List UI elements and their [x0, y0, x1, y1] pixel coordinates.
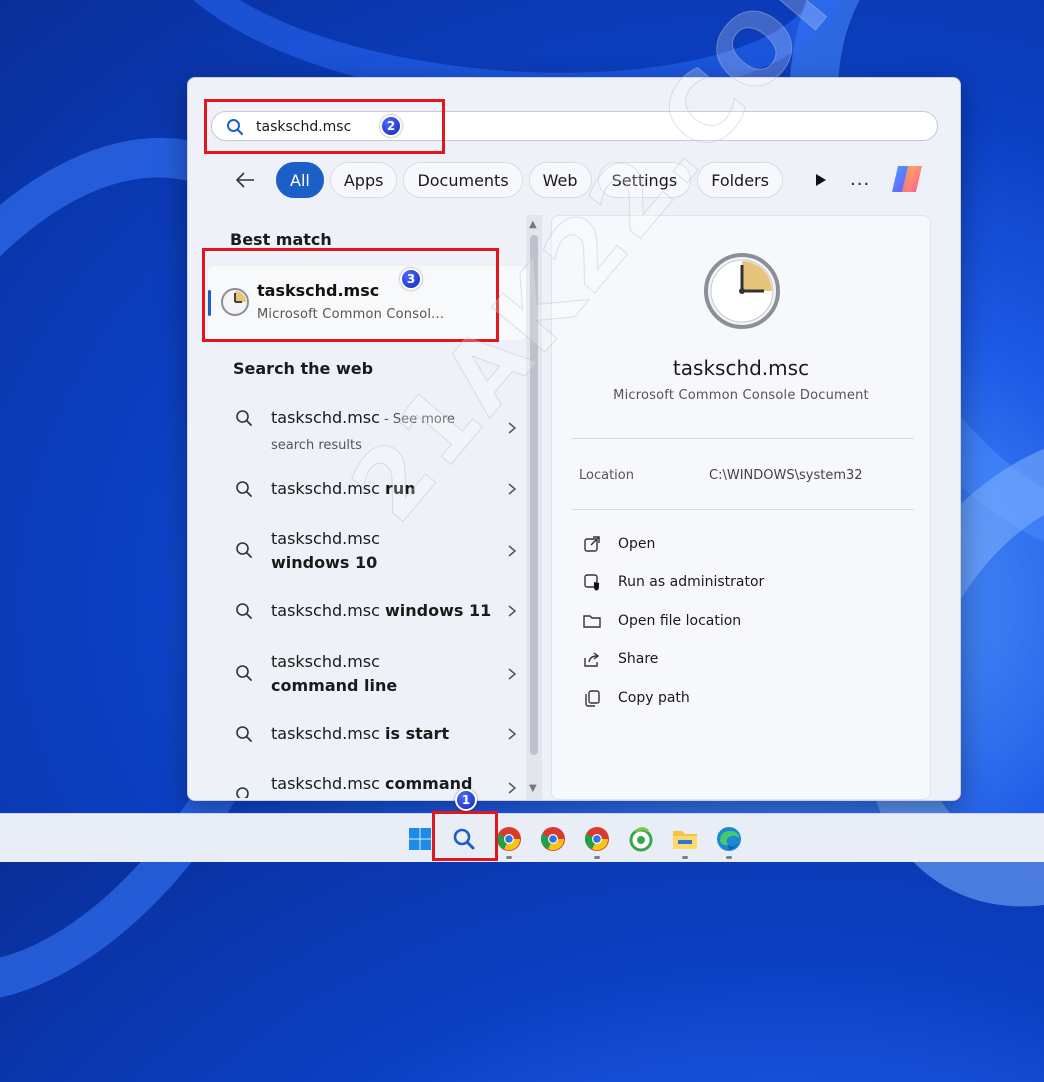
- chevron-right-icon: [507, 666, 517, 685]
- chrome-icon[interactable]: [582, 824, 612, 854]
- filter-documents[interactable]: Documents: [403, 162, 523, 198]
- chevron-right-icon: [507, 603, 517, 622]
- action-label: Run as administrator: [618, 574, 765, 590]
- web-result-text: taskschd.msc: [271, 652, 380, 671]
- shield-admin-icon: [582, 572, 602, 592]
- web-result-bold: run: [385, 479, 416, 498]
- web-result-bold: is start: [385, 724, 450, 743]
- web-result-item[interactable]: taskschd.msc command: [235, 772, 525, 798]
- highlight-box: [202, 248, 499, 342]
- chevron-right-icon: [507, 780, 517, 798]
- details-subtitle: Microsoft Common Console Document: [613, 388, 869, 403]
- web-result-text: taskschd.msc: [271, 774, 385, 793]
- web-result-text: taskschd.msc: [271, 408, 380, 427]
- location-value: C:\WINDOWS\system32: [709, 468, 863, 483]
- copilot-icon[interactable]: [888, 162, 926, 196]
- action-run-as-admin[interactable]: Run as administrator: [582, 568, 882, 596]
- action-share[interactable]: Share: [582, 645, 882, 673]
- action-label: Copy path: [618, 690, 690, 706]
- chevron-right-icon: [507, 420, 517, 439]
- web-result-item[interactable]: taskschd.msc windows 11: [235, 599, 525, 625]
- windows-start-icon[interactable]: [405, 824, 435, 854]
- filter-settings[interactable]: Settings: [597, 162, 692, 198]
- open-external-icon: [582, 534, 602, 554]
- file-explorer-icon[interactable]: [670, 824, 700, 854]
- search-icon: [235, 409, 253, 431]
- chrome-icon[interactable]: [538, 824, 568, 854]
- filter-bar: All Apps Documents Web Settings Folders: [232, 162, 831, 198]
- action-label: Open file location: [618, 613, 742, 629]
- web-result-item[interactable]: taskschd.msc is start: [235, 722, 525, 748]
- action-open[interactable]: Open: [582, 530, 882, 558]
- web-result-item[interactable]: taskschd.msc run: [235, 477, 525, 503]
- action-label: Open: [618, 536, 656, 552]
- running-indicator: [726, 856, 732, 859]
- browser-app-icon[interactable]: [626, 824, 656, 854]
- scrollbar-thumb[interactable]: [530, 235, 538, 755]
- web-result-line2: search results: [271, 438, 362, 453]
- results-scrollbar[interactable]: ▲ ▼: [526, 215, 542, 800]
- filter-apps[interactable]: Apps: [329, 162, 398, 198]
- step-badge-1: 1: [455, 789, 477, 811]
- highlight-box: [204, 99, 445, 154]
- search-panel: 2 All Apps Documents Web Settings Folder…: [187, 77, 961, 801]
- web-result-bold: command line: [271, 676, 398, 695]
- folder-icon: [582, 611, 602, 631]
- action-open-file-location[interactable]: Open file location: [582, 607, 882, 635]
- details-title: taskschd.msc: [672, 356, 810, 380]
- location-label: Location: [579, 468, 634, 483]
- scroll-up-icon[interactable]: ▲: [529, 219, 537, 230]
- edge-icon[interactable]: [714, 824, 744, 854]
- divider: [572, 438, 914, 439]
- share-icon: [582, 649, 602, 669]
- more-filters-play-icon[interactable]: [811, 170, 831, 190]
- web-result-suffix: - See more: [379, 412, 455, 427]
- step-badge-2: 2: [380, 115, 402, 137]
- filter-all[interactable]: All: [276, 162, 324, 198]
- highlight-box: [432, 811, 498, 861]
- running-indicator: [682, 856, 688, 859]
- search-web-heading: Search the web: [233, 359, 374, 378]
- web-result-text: taskschd.msc: [271, 479, 385, 498]
- search-icon: [235, 541, 253, 563]
- web-result-text: taskschd.msc: [271, 529, 380, 548]
- details-pane: taskschd.msc Microsoft Common Console Do…: [551, 215, 931, 800]
- taskbar: [0, 813, 1044, 862]
- step-badge-3: 3: [400, 268, 422, 290]
- chevron-right-icon: [507, 543, 517, 562]
- filter-folders[interactable]: Folders: [697, 162, 783, 198]
- web-result-text: taskschd.msc: [271, 724, 385, 743]
- search-icon: [235, 602, 253, 624]
- running-indicator: [506, 856, 512, 859]
- divider: [572, 509, 914, 510]
- web-result-text: taskschd.msc: [271, 601, 385, 620]
- scroll-down-icon[interactable]: ▼: [529, 783, 537, 794]
- web-result-item[interactable]: taskschd.msc - See more search results: [235, 406, 525, 454]
- chrome-icon[interactable]: [494, 824, 524, 854]
- chevron-right-icon: [507, 481, 517, 500]
- running-indicator: [594, 856, 600, 859]
- search-icon: [235, 664, 253, 686]
- more-options-button[interactable]: ···: [850, 174, 870, 195]
- web-result-bold: windows 11: [385, 601, 492, 620]
- search-icon: [235, 725, 253, 747]
- chevron-right-icon: [507, 726, 517, 745]
- filter-web[interactable]: Web: [528, 162, 592, 198]
- web-result-item[interactable]: taskschd.msc windows 10: [235, 527, 525, 575]
- copy-icon: [582, 688, 602, 708]
- action-label: Share: [618, 651, 659, 667]
- search-icon: [235, 786, 253, 798]
- action-copy-path[interactable]: Copy path: [582, 684, 882, 712]
- back-arrow-icon[interactable]: [232, 167, 258, 193]
- web-result-bold: windows 10: [271, 553, 378, 572]
- web-result-item[interactable]: taskschd.msc command line: [235, 650, 525, 698]
- search-icon: [235, 480, 253, 502]
- best-match-heading: Best match: [230, 230, 332, 249]
- clock-app-large-icon: [702, 251, 782, 335]
